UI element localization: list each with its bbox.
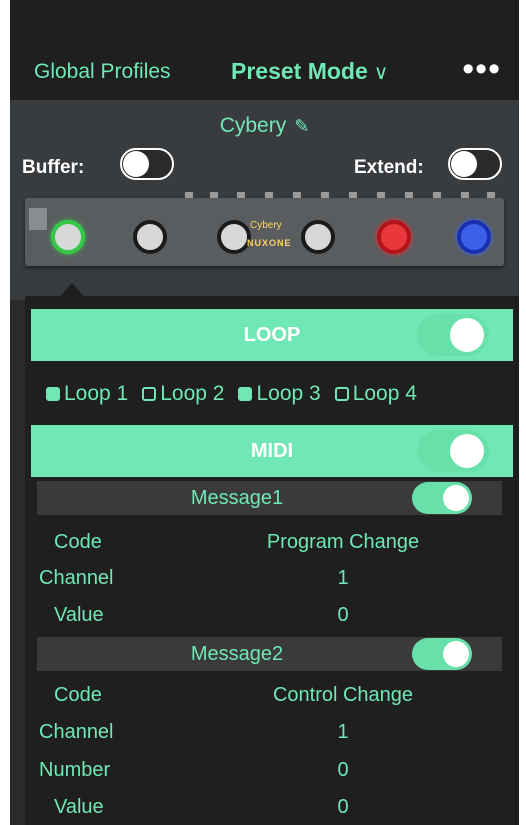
checkbox-box [238, 387, 253, 401]
message1-toggle[interactable] [412, 482, 472, 514]
jack [265, 192, 273, 198]
footswitch-3[interactable] [217, 220, 251, 254]
toggle-knob [450, 434, 484, 468]
extend-toggle[interactable] [448, 148, 502, 180]
jack [405, 192, 413, 198]
message2-toggle[interactable] [412, 638, 472, 670]
buffer-label: Buffer: [22, 157, 85, 178]
loop-section-header: LOOP [31, 309, 513, 361]
preset-name-label: Cybery [219, 114, 287, 137]
footswitch-4[interactable] [301, 220, 335, 254]
preset-name[interactable]: Cybery ✎ [10, 114, 519, 138]
loop-toggle[interactable] [417, 314, 489, 356]
pedal-model-label: Cybery [250, 220, 282, 231]
message2-header: Message2 [37, 637, 502, 671]
jack [377, 192, 385, 198]
loop-2-checkbox[interactable]: Loop 2 [142, 382, 224, 406]
preset-mode-dropdown[interactable]: Preset Mode ∨ [231, 58, 388, 85]
footswitch-1[interactable] [51, 220, 85, 254]
toggle-knob [443, 641, 469, 667]
chevron-down-icon: ∨ [373, 62, 389, 84]
loop-label: Loop 1 [64, 382, 129, 405]
edit-pencil-icon[interactable]: ✎ [294, 116, 309, 136]
loop-label: Loop 4 [352, 382, 417, 405]
footswitch-6[interactable] [457, 220, 491, 254]
jack [349, 192, 357, 198]
message2-title: Message2 [190, 643, 284, 665]
message2-code-value[interactable]: Control Change [193, 684, 493, 707]
message1-value-value[interactable]: 0 [193, 604, 493, 627]
toggle-knob [451, 151, 477, 177]
jack [185, 192, 193, 198]
message1-header: Message1 [37, 481, 502, 515]
checkbox-box [46, 387, 60, 401]
jack [487, 192, 495, 198]
footswitch-5[interactable] [377, 220, 411, 254]
pedal-display [29, 208, 47, 230]
message2-channel-value[interactable]: 1 [193, 721, 493, 744]
message1-code-label: Code [54, 531, 102, 553]
jack [461, 192, 469, 198]
checkbox-box [142, 387, 157, 401]
loop-1-checkbox[interactable]: Loop 1 [46, 382, 128, 406]
pedal-brand-logo: NUXONE [247, 238, 292, 248]
preset-mode-label: Preset Mode [231, 58, 368, 84]
loop-label: Loop 3 [256, 382, 321, 405]
message2-number-value[interactable]: 0 [193, 759, 493, 782]
loop-label: Loop 2 [160, 382, 225, 405]
message1-channel-label: Channel [39, 567, 114, 589]
message2-value-label: Value [54, 796, 104, 818]
message2-number-label: Number [39, 759, 111, 781]
footswitch-2[interactable] [133, 220, 167, 254]
message1-title: Message1 [190, 487, 284, 509]
midi-section-header: MIDI [31, 425, 513, 477]
more-options-icon[interactable]: ••• [462, 50, 501, 89]
checkbox-box [334, 387, 349, 401]
jack [293, 192, 301, 198]
switch-settings-panel [25, 296, 519, 825]
extend-label: Extend: [354, 157, 424, 178]
toggle-knob [123, 151, 149, 177]
message1-channel-value[interactable]: 1 [193, 567, 493, 590]
midi-toggle[interactable] [417, 430, 489, 472]
message2-code-label: Code [54, 684, 102, 706]
loop-checkbox-list: Loop 1 Loop 2 Loop 3 Loop 4 [46, 382, 417, 406]
app-window: Global Profiles Preset Mode ∨ ••• Cybery ✎… [10, 0, 519, 825]
message1-code-value[interactable]: Program Change [193, 531, 493, 554]
buffer-toggle[interactable] [120, 148, 174, 180]
pedal-image: NUXONE Cybery [25, 192, 504, 266]
jack [321, 192, 329, 198]
message2-value-value[interactable]: 0 [193, 796, 493, 819]
jack [237, 192, 245, 198]
loop-3-checkbox[interactable]: Loop 3 [238, 382, 321, 406]
message1-value-label: Value [54, 604, 104, 626]
top-nav-bar: Global Profiles Preset Mode ∨ ••• [10, 0, 519, 100]
global-profiles-tab[interactable]: Global Profiles [34, 60, 171, 84]
loop-4-checkbox[interactable]: Loop 4 [334, 382, 417, 406]
jack [433, 192, 441, 198]
jack [210, 192, 218, 198]
toggle-knob [443, 485, 469, 511]
message2-channel-label: Channel [39, 721, 114, 743]
toggle-knob [450, 318, 484, 352]
